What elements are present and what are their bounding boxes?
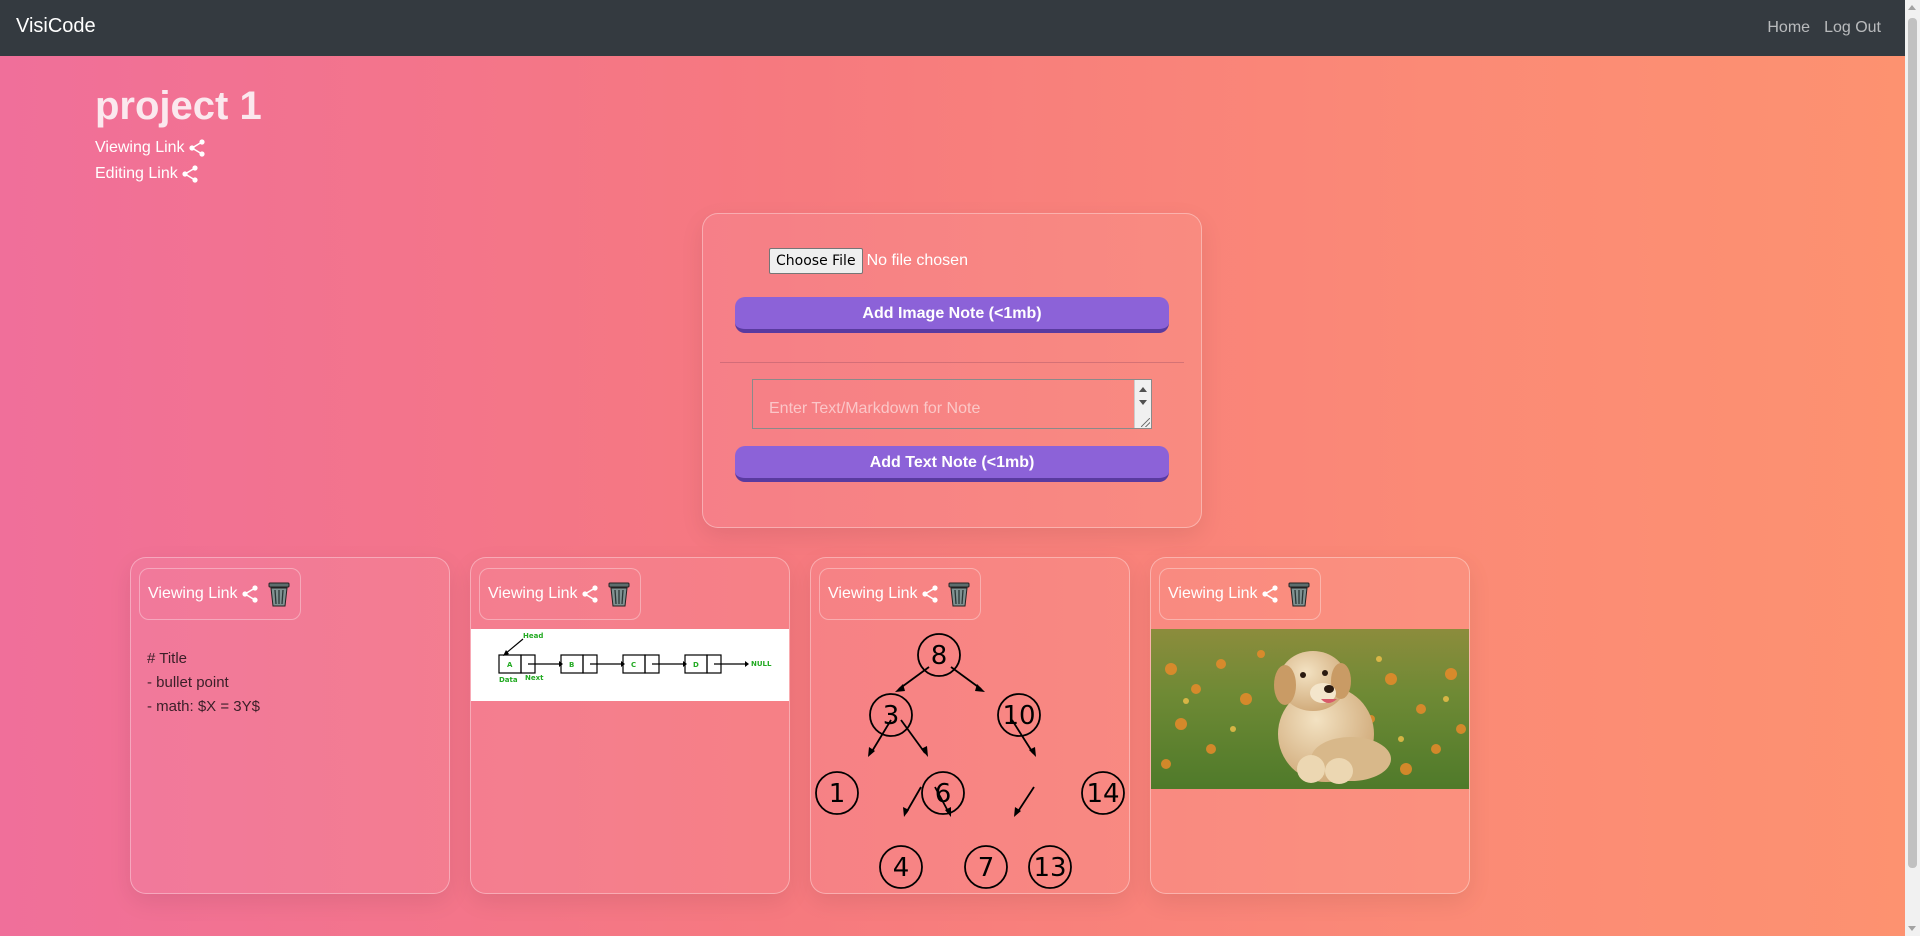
file-status: No file chosen	[866, 252, 968, 269]
share-icon[interactable]	[580, 584, 600, 604]
tree-node: 13	[1033, 853, 1066, 883]
share-icon[interactable]	[187, 138, 207, 158]
textarea-scroll-down[interactable]	[1139, 400, 1147, 405]
trash-icon[interactable]	[946, 580, 972, 608]
note-text-placeholder: Enter Text/Markdown for Note	[769, 400, 981, 417]
add-text-note-button[interactable]: Add Text Note (<1mb)	[735, 446, 1169, 482]
note-viewing-link[interactable]: Viewing Link	[488, 585, 578, 603]
nav-home-link[interactable]: Home	[1767, 19, 1810, 37]
viewing-link-label: Viewing Link	[95, 139, 185, 156]
page-title: project 1	[95, 84, 262, 128]
note-header: Viewing Link	[819, 568, 981, 620]
file-picker: Choose File No file chosen	[769, 248, 968, 274]
tree-node: 1	[829, 779, 846, 809]
note-text-input[interactable]: Enter Text/Markdown for Note	[752, 379, 1152, 429]
ll-node-d: D	[693, 661, 699, 669]
note-viewing-link[interactable]: Viewing Link	[148, 585, 238, 603]
text-note-line: - math: $X = 3Y$	[147, 698, 260, 715]
tree-node: 4	[893, 853, 910, 883]
ll-label-data: Data	[499, 676, 518, 684]
scroll-up-arrow[interactable]	[1908, 5, 1916, 10]
note-header: Viewing Link	[1159, 568, 1321, 620]
share-icon[interactable]	[240, 584, 260, 604]
trash-icon[interactable]	[1286, 580, 1312, 608]
text-note-content: # Title - bullet point - math: $X = 3Y$	[147, 647, 260, 719]
note-card: Viewing Link Head A B C D NULL Data Next	[470, 557, 790, 894]
project-editing-link[interactable]: Editing Link	[95, 164, 200, 184]
nav-logout-link[interactable]: Log Out	[1824, 19, 1881, 37]
text-note-line: # Title	[147, 650, 188, 667]
note-card: Viewing Link	[1150, 557, 1470, 894]
note-header: Viewing Link	[479, 568, 641, 620]
resize-grip-icon[interactable]	[1141, 418, 1150, 427]
add-image-note-button[interactable]: Add Image Note (<1mb)	[735, 297, 1169, 333]
note-viewing-link[interactable]: Viewing Link	[1168, 585, 1258, 603]
note-card: Viewing Link	[810, 557, 1130, 894]
text-note-line: - bullet point	[147, 674, 229, 691]
tree-node: 14	[1086, 779, 1119, 809]
tree-node: 3	[883, 701, 900, 731]
ll-node-c: C	[631, 661, 636, 669]
ll-node-a: A	[507, 661, 513, 669]
tree-node: 7	[978, 853, 995, 883]
nav-links: Home Log Out	[1767, 19, 1881, 37]
editing-link-label: Editing Link	[95, 165, 178, 182]
page-scrollbar[interactable]	[1905, 0, 1920, 936]
share-icon[interactable]	[1260, 584, 1280, 604]
choose-file-button[interactable]: Choose File	[769, 248, 863, 274]
trash-icon[interactable]	[266, 580, 292, 608]
form-divider	[720, 362, 1184, 363]
share-icon[interactable]	[920, 584, 940, 604]
ll-label-head: Head	[523, 632, 543, 640]
project-viewing-link[interactable]: Viewing Link	[95, 138, 207, 158]
linked-list-image: Head A B C D NULL Data Next	[471, 629, 789, 701]
textarea-scrollbar[interactable]	[1134, 380, 1151, 428]
share-icon[interactable]	[180, 164, 200, 184]
tree-node: 6	[935, 779, 952, 809]
trash-icon[interactable]	[606, 580, 632, 608]
brand-logo[interactable]: VisiCode	[16, 15, 96, 38]
note-header: Viewing Link	[139, 568, 301, 620]
ll-node-b: B	[569, 661, 574, 669]
ll-label-null: NULL	[751, 660, 772, 668]
scroll-down-arrow[interactable]	[1908, 926, 1916, 931]
tree-node: 8	[931, 641, 948, 671]
navbar: VisiCode Home Log Out	[0, 0, 1905, 56]
scrollbar-thumb[interactable]	[1908, 18, 1917, 868]
binary-tree-image: 8 3 10 1 6 14 4 7 13	[815, 633, 1125, 889]
note-card: Viewing Link # Title - bullet point - ma…	[130, 557, 450, 894]
textarea-scroll-up[interactable]	[1139, 387, 1147, 392]
puppy-photo	[1151, 629, 1469, 789]
ll-label-next: Next	[525, 674, 544, 682]
note-viewing-link[interactable]: Viewing Link	[828, 585, 918, 603]
add-note-form: Choose File No file chosen Add Image Not…	[702, 213, 1202, 528]
tree-node: 10	[1002, 701, 1035, 731]
